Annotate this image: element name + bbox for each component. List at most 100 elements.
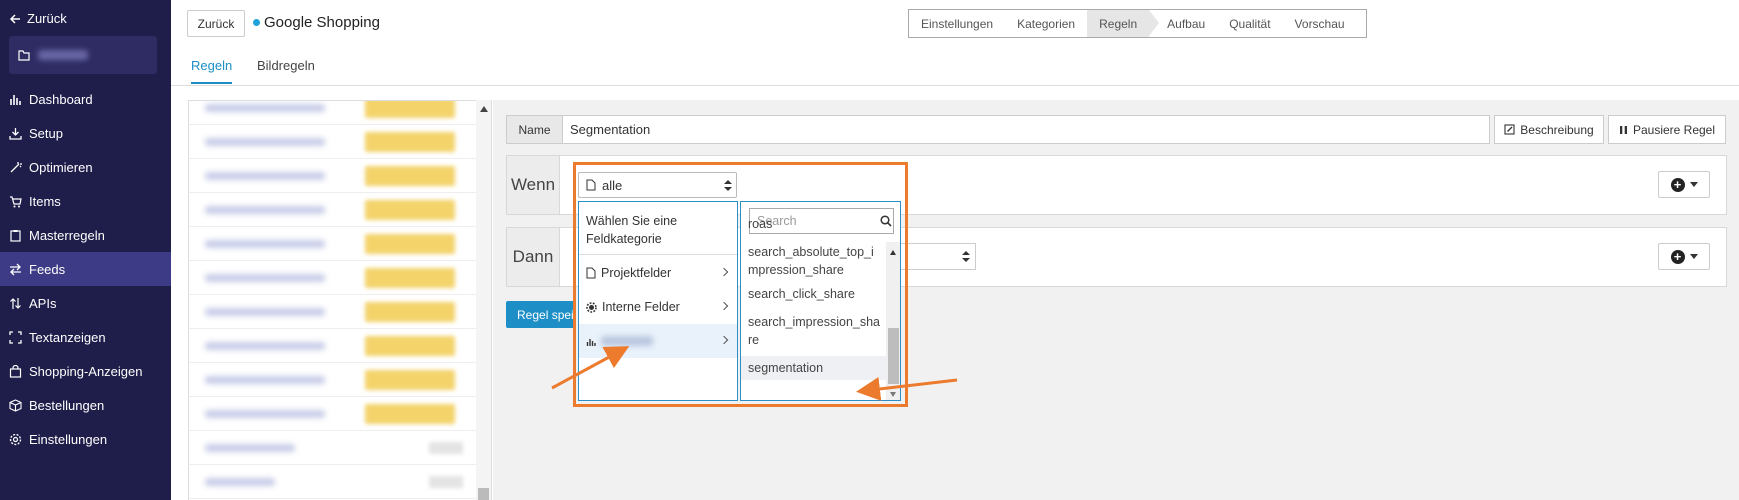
- sidebar-item-label: Bestellungen: [29, 397, 105, 413]
- back-button[interactable]: Zurück: [187, 10, 245, 37]
- condition-select[interactable]: alle: [578, 172, 737, 198]
- field-item-roas[interactable]: roas: [748, 215, 884, 233]
- field-item-search-absolute-top-impression-share[interactable]: search_absolute_top_impression_share: [748, 243, 884, 279]
- box-icon: [9, 398, 22, 412]
- list-item[interactable]: [189, 101, 477, 125]
- caret-down-icon: [1689, 254, 1698, 259]
- sidebar-item-einstellungen[interactable]: Einstellungen: [0, 422, 171, 456]
- field-item-search-impression-share[interactable]: search_impression_share: [748, 313, 884, 349]
- select-updown-icon: [962, 251, 970, 263]
- gear-icon: [9, 433, 22, 445]
- up-down-arrows-icon: [10, 297, 21, 309]
- field-list-dropdown: Search roas search_absolute_top_impressi…: [740, 201, 901, 401]
- list-item[interactable]: [189, 159, 477, 193]
- category-item-redacted[interactable]: [579, 324, 737, 358]
- sidebar-item-shopping-anzeigen[interactable]: Shopping-Anzeigen: [0, 354, 171, 388]
- sidebar-item-label: Shopping-Anzeigen: [29, 363, 143, 379]
- field-list-scroll-thumb[interactable]: [888, 328, 899, 384]
- scroll-down-arrow-icon[interactable]: [890, 392, 896, 397]
- category-item-interne-felder[interactable]: Interne Felder: [579, 290, 737, 324]
- caret-down-icon: [1689, 182, 1698, 187]
- name-label: Name: [506, 115, 563, 144]
- list-item[interactable]: [189, 329, 477, 363]
- list-item[interactable]: [189, 465, 477, 499]
- category-item-label: Projektfelder: [601, 266, 672, 280]
- sidebar-item-label: Masterregeln: [29, 227, 105, 243]
- description-button[interactable]: Beschreibung: [1494, 115, 1604, 144]
- list-item[interactable]: [189, 431, 477, 465]
- list-item[interactable]: [189, 193, 477, 227]
- back-link-label: Zurück: [27, 11, 67, 26]
- field-category-dropdown: Wählen Sie eine Feldkategorie Projektfel…: [578, 201, 738, 401]
- sidebar-item-label: Dashboard: [29, 91, 93, 107]
- tab-regeln[interactable]: Regeln: [191, 58, 233, 84]
- sidebar-item-label: Items: [29, 193, 61, 209]
- add-condition-button[interactable]: +: [1658, 171, 1710, 198]
- list-item[interactable]: [189, 125, 477, 159]
- rule-name-input[interactable]: Segmentation: [562, 115, 1490, 144]
- chevron-right-icon: [719, 301, 729, 311]
- sidebar-item-label: Feeds: [29, 261, 66, 277]
- step-vorschau[interactable]: Vorschau: [1283, 10, 1357, 37]
- sidebar-item-setup[interactable]: Setup: [0, 116, 171, 150]
- tab-bildregeln[interactable]: Bildregeln: [257, 58, 315, 82]
- sidebar-item-dashboard[interactable]: Dashboard: [0, 82, 171, 116]
- list-item[interactable]: [189, 397, 477, 431]
- page-title: Google Shopping: [264, 14, 380, 31]
- sidebar-item-textanzeigen[interactable]: Textanzeigen: [0, 320, 171, 354]
- sidebar-item-items[interactable]: Items: [0, 184, 171, 218]
- list-scroll-thumb[interactable]: [478, 488, 489, 500]
- step-qualitaet[interactable]: Qualität: [1217, 10, 1282, 37]
- field-item-segmentation[interactable]: segmentation: [741, 356, 886, 380]
- sidebar-item-label: Einstellungen: [29, 431, 108, 447]
- sidebar-item-label: Optimieren: [29, 159, 93, 175]
- tab-bar: Regeln Bildregeln: [171, 50, 1739, 86]
- sidebar-item-masterregeln[interactable]: Masterregeln: [0, 218, 171, 252]
- step-regeln[interactable]: Regeln: [1087, 10, 1160, 37]
- field-item-search-click-share[interactable]: search_click_share: [748, 285, 884, 303]
- list-item[interactable]: [189, 227, 477, 261]
- plus-circle-icon: +: [1670, 177, 1685, 192]
- list-item[interactable]: [189, 261, 477, 295]
- gear-icon: [586, 301, 597, 313]
- scroll-up-arrow-icon[interactable]: [480, 106, 488, 112]
- chevron-right-icon: [719, 267, 729, 277]
- pause-rule-button[interactable]: Pausiere Regel: [1608, 115, 1726, 144]
- list-scrollbar[interactable]: [476, 100, 491, 500]
- list-item[interactable]: [189, 363, 477, 397]
- chevron-right-icon: [719, 335, 729, 345]
- sidebar-item-label: Setup: [29, 125, 63, 141]
- project-name-redacted: [38, 50, 88, 60]
- category-item-projektfelder[interactable]: Projektfelder: [579, 256, 737, 290]
- shopping-bag-icon: [9, 364, 22, 378]
- folder-icon: [18, 49, 30, 61]
- step-einstellungen[interactable]: Einstellungen: [909, 10, 1005, 37]
- sidebar-item-label: APIs: [29, 295, 57, 311]
- edit-icon: [1504, 124, 1515, 135]
- brackets-icon: [9, 330, 22, 344]
- description-button-label: Beschreibung: [1520, 122, 1594, 137]
- add-action-button[interactable]: +: [1658, 243, 1710, 270]
- save-rule-button[interactable]: Regel spei: [506, 301, 576, 328]
- sidebar: Zurück Dashboard Setup Optimieren Items …: [0, 0, 171, 500]
- cart-icon: [10, 195, 22, 207]
- sidebar-item-bestellungen[interactable]: Bestellungen: [0, 388, 171, 422]
- sidebar-item-optimieren[interactable]: Optimieren: [0, 150, 171, 184]
- wenn-label: Wenn: [507, 156, 560, 214]
- project-selector[interactable]: [9, 36, 157, 74]
- sidebar-item-apis[interactable]: APIs: [0, 286, 171, 320]
- rule-list: [188, 100, 492, 500]
- pause-button-label: Pausiere Regel: [1632, 122, 1716, 137]
- back-link[interactable]: Zurück: [9, 11, 67, 26]
- sidebar-item-feeds[interactable]: Feeds: [0, 252, 171, 286]
- dann-label: Dann: [507, 228, 560, 286]
- magic-wand-icon: [10, 161, 22, 172]
- scroll-up-arrow-icon[interactable]: [890, 250, 896, 255]
- category-dropdown-header: Wählen Sie eine Feldkategorie: [579, 202, 737, 255]
- arrow-left-icon: [9, 13, 20, 24]
- step-kategorien[interactable]: Kategorien: [1005, 10, 1087, 37]
- step-aufbau[interactable]: Aufbau: [1149, 10, 1217, 37]
- action-select[interactable]: [898, 243, 976, 270]
- plus-circle-icon: +: [1670, 249, 1685, 264]
- list-item[interactable]: [189, 295, 477, 329]
